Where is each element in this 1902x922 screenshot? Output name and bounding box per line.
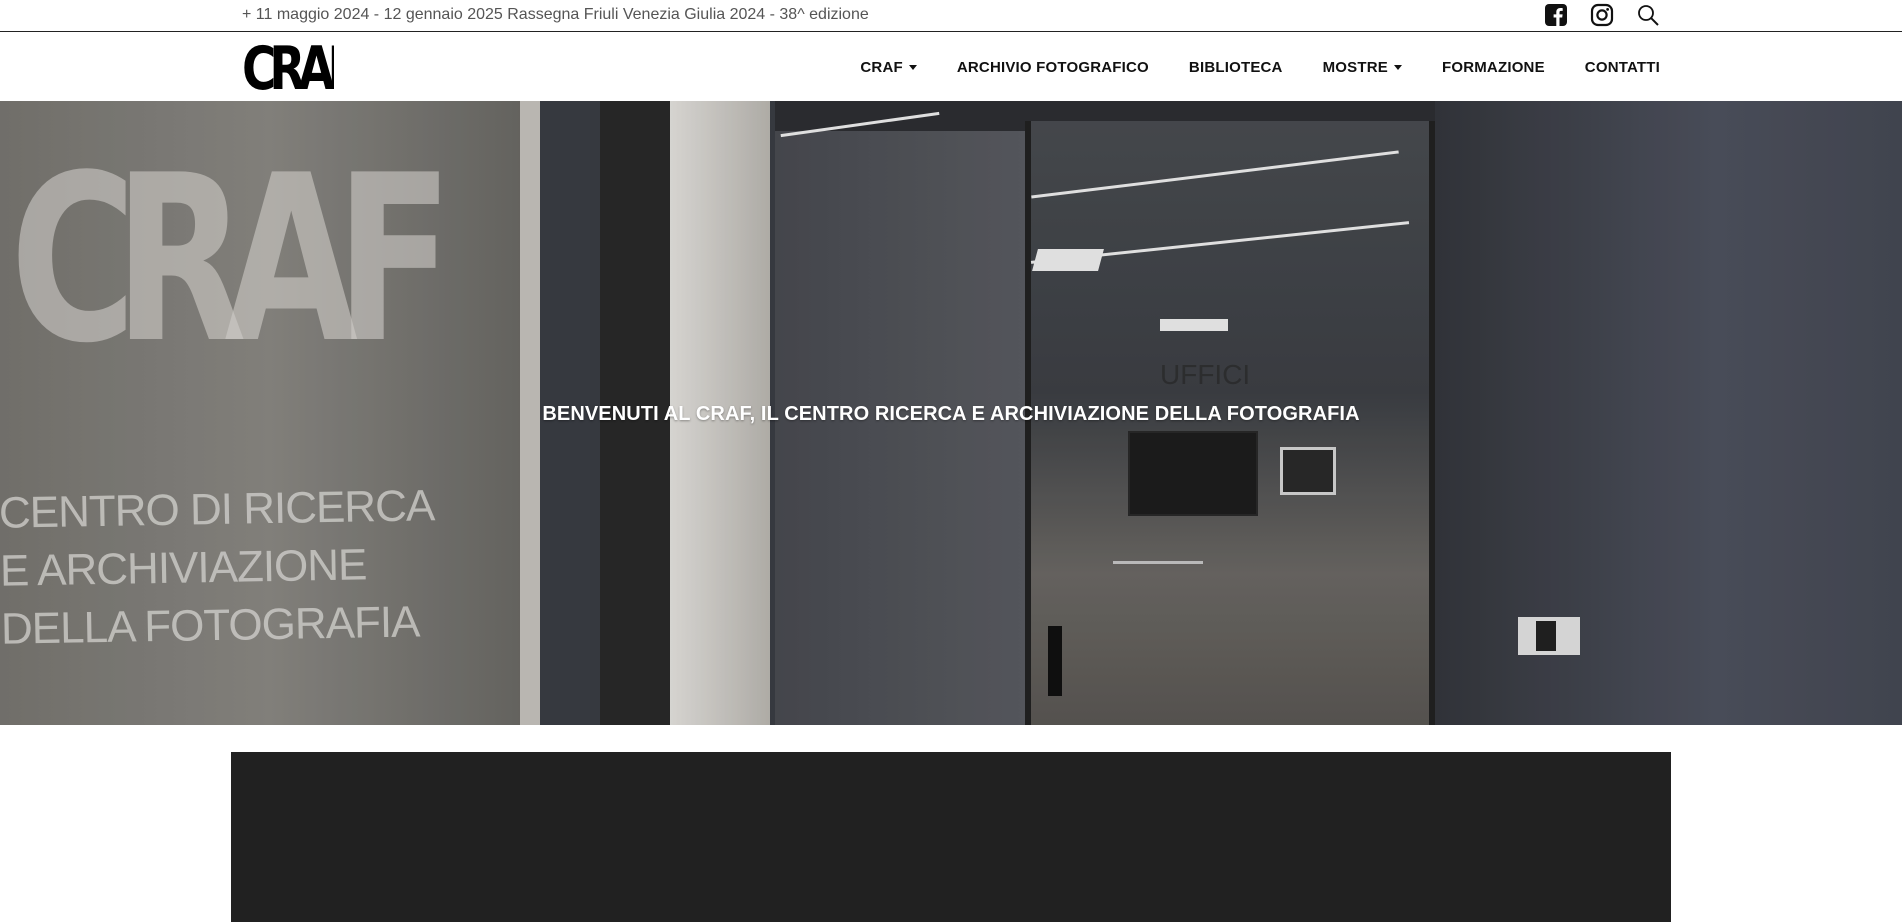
nav-item-formazione[interactable]: FORMAZIONE xyxy=(1442,59,1545,76)
nav-item-craf[interactable]: CRAF xyxy=(860,58,917,76)
nav-item-label: MOSTRE xyxy=(1322,58,1388,76)
search-icon[interactable] xyxy=(1636,3,1660,27)
instagram-icon[interactable] xyxy=(1590,3,1614,27)
nav-item-label: CONTATTI xyxy=(1584,58,1660,76)
nav-item-label: FORMAZIONE xyxy=(1441,58,1545,76)
svg-text:CRAF: CRAF xyxy=(242,39,334,95)
nav-item-mostre[interactable]: MOSTRE xyxy=(1323,59,1402,76)
nav-item-archivio-fotografico[interactable]: ARCHIVIO FOTOGRAFICO xyxy=(957,59,1149,76)
top-utility-bar: + 11 maggio 2024 - 12 gennaio 2025 Rasse… xyxy=(0,0,1902,32)
nav-item-label: BIBLIOTECA xyxy=(1188,58,1283,76)
caret-down-icon xyxy=(1393,64,1402,70)
caret-down-icon xyxy=(908,64,917,70)
video-embed[interactable] xyxy=(231,752,1671,922)
facebook-icon[interactable] xyxy=(1544,3,1568,27)
nav-item-biblioteca[interactable]: BIBLIOTECA xyxy=(1189,59,1283,76)
nav-item-label: ARCHIVIO FOTOGRAFICO xyxy=(956,58,1149,76)
main-navbar: CRAF CRAF ARCHIVIO FOTOGRAFICO BIBLIOTEC… xyxy=(0,33,1902,101)
hero-banner: CRAF CENTRO DI RICERCA E ARCHIVIAZIONE D… xyxy=(0,101,1902,725)
nav-item-label: CRAF xyxy=(860,58,903,76)
craf-logo[interactable]: CRAF xyxy=(242,39,334,95)
main-menu: CRAF ARCHIVIO FOTOGRAFICO BIBLIOTECA MOS… xyxy=(860,33,1660,101)
event-ticker[interactable]: + 11 maggio 2024 - 12 gennaio 2025 Rasse… xyxy=(242,6,869,24)
nav-item-contatti[interactable]: CONTATTI xyxy=(1585,59,1660,76)
hero-headline: BENVENUTI AL CRAF, IL CENTRO RICERCA E A… xyxy=(542,403,1360,425)
social-links xyxy=(1544,3,1660,27)
